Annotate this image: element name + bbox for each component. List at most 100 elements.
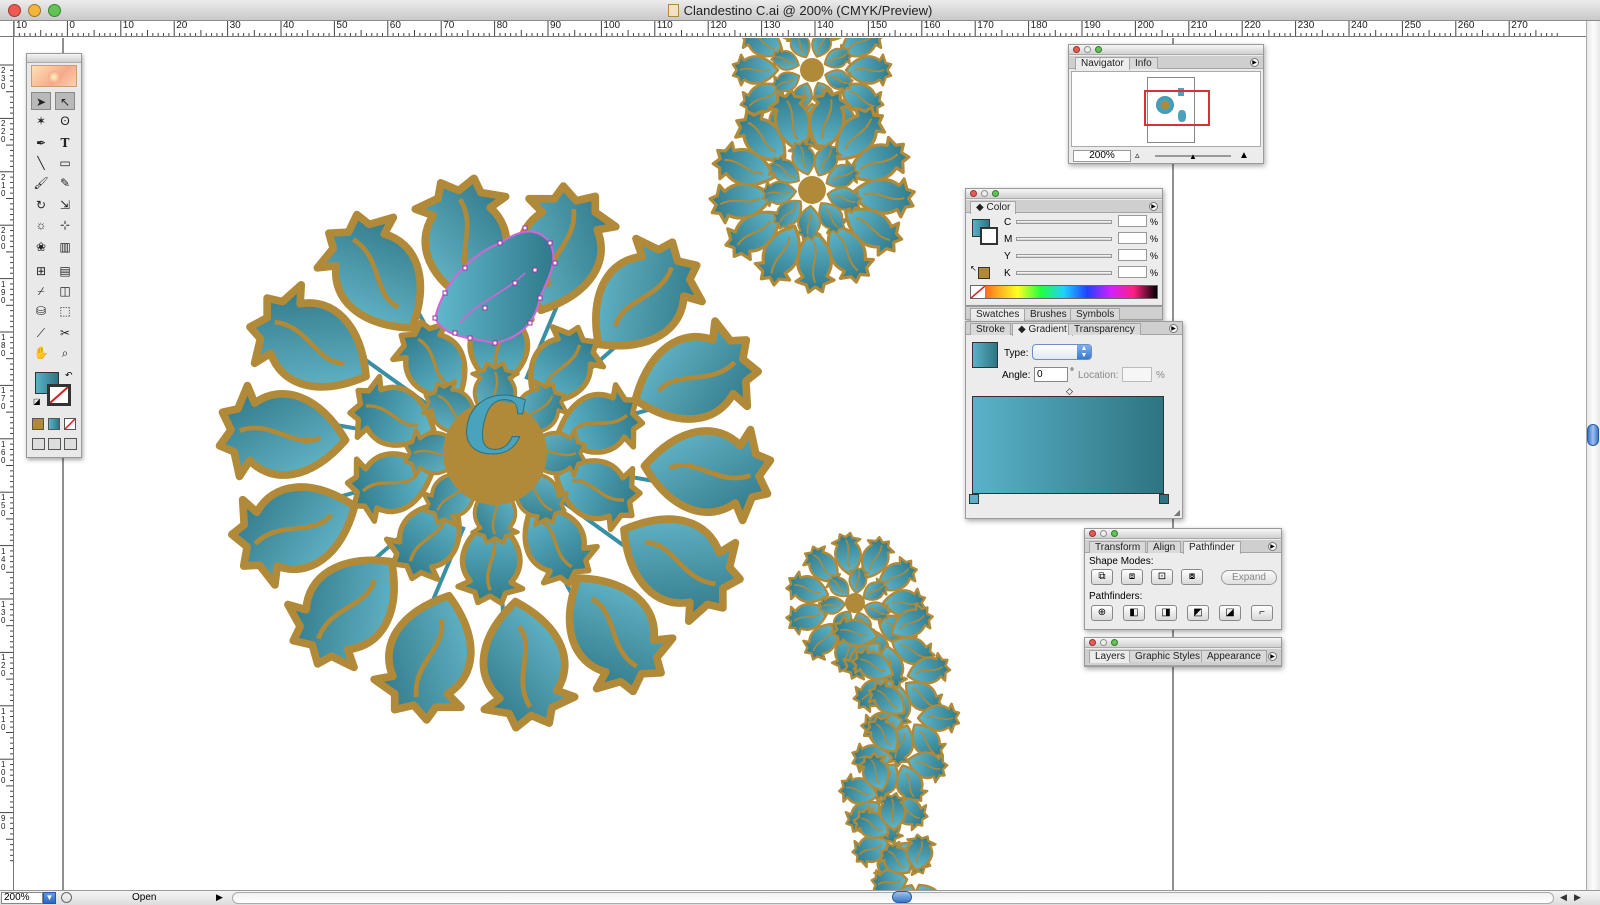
horizontal-scroll-thumb[interactable] — [892, 891, 912, 903]
tab-info[interactable]: Info — [1129, 57, 1158, 69]
last-color-icon[interactable]: ↖ — [970, 264, 977, 273]
vertical-scroll-thumb[interactable] — [1587, 424, 1599, 446]
gradient-location-field[interactable] — [1122, 367, 1152, 382]
swap-fill-stroke-icon[interactable]: ↶ — [65, 370, 73, 381]
gradient-mode-button[interactable] — [48, 418, 60, 430]
gradient-tool-icon[interactable]: ▤ — [55, 262, 75, 280]
panel-menu-button[interactable]: ▶ — [1169, 324, 1178, 333]
tools-panel-header[interactable] — [27, 54, 81, 63]
hand-tool-icon[interactable]: ✋ — [31, 344, 51, 362]
tab-symbols[interactable]: Symbols — [1070, 308, 1121, 320]
panel-minimize-button[interactable] — [1084, 46, 1091, 53]
panel-close-button[interactable] — [1089, 639, 1096, 646]
column-graph-tool-icon[interactable]: ▥ — [55, 238, 75, 256]
panel-close-button[interactable] — [1073, 46, 1080, 53]
zoom-tool-icon[interactable]: ⌕ — [55, 344, 75, 362]
color-mode-button[interactable] — [32, 418, 44, 430]
tab-swatches[interactable]: Swatches — [970, 308, 1026, 321]
standard-screen-mode-button[interactable] — [32, 438, 45, 450]
intersect-shape-areas-icon[interactable]: ⊡ — [1151, 569, 1173, 585]
panel-menu-button[interactable]: ▶ — [1268, 542, 1277, 551]
scroll-left-arrow[interactable]: ◀ — [1560, 892, 1567, 903]
channel-m-field[interactable] — [1118, 232, 1147, 244]
tab-align[interactable]: Align — [1147, 541, 1182, 553]
exclude-overlapping-areas-icon[interactable]: ⧇ — [1181, 569, 1203, 585]
navigator-panel-header[interactable] — [1069, 45, 1263, 55]
layers-panel-header[interactable] — [1085, 638, 1281, 648]
panel-close-button[interactable] — [1089, 530, 1096, 537]
symbol-sprayer-tool-icon[interactable]: ❀ — [31, 238, 51, 256]
ruler-origin[interactable] — [0, 21, 14, 37]
panel-minimize-button[interactable] — [1100, 530, 1107, 537]
tab-pathfinder[interactable]: Pathfinder — [1183, 541, 1241, 554]
version-cue-icon[interactable] — [61, 892, 72, 903]
tab-layers[interactable]: Layers — [1089, 650, 1132, 663]
subtract-from-shape-area-icon[interactable]: ⧈ — [1121, 569, 1143, 585]
live-paint-tool-icon[interactable]: ⛁ — [31, 302, 51, 320]
illustrator-logo[interactable] — [31, 65, 77, 87]
gradient-stop-right[interactable] — [1159, 494, 1169, 504]
scroll-right-arrow[interactable]: ▶ — [1574, 892, 1581, 903]
full-screen-mode-button[interactable] — [64, 438, 77, 450]
minus-back-icon[interactable]: ⌐ — [1251, 605, 1273, 621]
direct-selection-tool-icon[interactable]: ↖ — [55, 92, 75, 110]
paintbrush-tool-icon[interactable]: 🖌 — [31, 174, 51, 192]
color-panel-header[interactable] — [966, 189, 1162, 199]
tab-graphic-styles[interactable]: Graphic Styles — [1129, 650, 1207, 662]
resize-grip-icon[interactable]: ◢ — [1174, 508, 1180, 517]
panel-zoom-button[interactable] — [1095, 46, 1102, 53]
none-mode-button[interactable] — [64, 418, 76, 430]
merge-icon[interactable]: ◨ — [1155, 605, 1177, 621]
magic-wand-tool-icon[interactable]: ✶ — [31, 112, 51, 130]
channel-k-slider[interactable] — [1016, 271, 1112, 275]
channel-c-slider[interactable] — [1016, 220, 1112, 224]
channel-m-slider[interactable] — [1016, 237, 1112, 241]
channel-y-slider[interactable] — [1016, 254, 1112, 258]
artwork[interactable]: C — [15, 38, 1586, 890]
rotate-tool-icon[interactable]: ↻ — [31, 196, 51, 214]
panel-zoom-button[interactable] — [992, 190, 999, 197]
pathfinder-panel-header[interactable] — [1085, 529, 1281, 539]
slice-tool-icon[interactable]: ⟋ — [31, 324, 51, 342]
live-paint-selection-tool-icon[interactable]: ⬚ — [55, 302, 75, 320]
flower-top-2[interactable] — [708, 86, 916, 294]
tab-brushes[interactable]: Brushes — [1024, 308, 1073, 320]
tab-transparency[interactable]: Transparency — [1068, 323, 1141, 335]
panel-minimize-button[interactable] — [1100, 639, 1107, 646]
crop-icon[interactable]: ◩ — [1187, 605, 1209, 621]
channel-c-field[interactable] — [1118, 215, 1147, 227]
scissors-tool-icon[interactable]: ✂ — [55, 324, 75, 342]
zoom-level-field[interactable]: 200% — [1, 892, 43, 904]
panel-close-button[interactable] — [970, 190, 977, 197]
tab-stroke[interactable]: Stroke — [970, 323, 1011, 335]
panel-menu-button[interactable]: ▶ — [1268, 652, 1277, 661]
artboard-canvas[interactable]: C — [15, 38, 1586, 890]
tab-transform[interactable]: Transform — [1089, 541, 1147, 553]
gradient-type-select[interactable]: ▲ ▼ — [1032, 344, 1092, 360]
channel-k-field[interactable] — [1118, 266, 1147, 278]
expand-button[interactable]: Expand — [1221, 570, 1277, 585]
none-color-swatch[interactable] — [971, 286, 985, 298]
gradient-preview-swatch[interactable] — [972, 342, 998, 368]
tab-navigator[interactable]: Navigator — [1075, 57, 1130, 70]
out-of-gamut-swatch[interactable] — [978, 267, 990, 279]
divide-icon[interactable]: ⊕ — [1091, 605, 1113, 621]
full-screen-menu-mode-button[interactable] — [48, 438, 61, 450]
eyedropper-tool-icon[interactable]: ⌿ — [31, 282, 51, 300]
navigator-preview[interactable] — [1071, 71, 1261, 147]
navigator-zoom-slider-thumb[interactable]: ▲ — [1189, 152, 1197, 161]
zoom-in-icon[interactable]: ▲ — [1239, 150, 1249, 161]
vertical-scrollbar[interactable] — [1586, 21, 1600, 890]
pencil-tool-icon[interactable]: ✎ — [55, 174, 75, 192]
tab-color[interactable]: ◆ Color — [970, 201, 1017, 214]
trim-icon[interactable]: ◧ — [1123, 605, 1145, 621]
outline-icon[interactable]: ◪ — [1219, 605, 1241, 621]
line-tool-icon[interactable]: ╲ — [31, 154, 51, 172]
stroke-swatch[interactable] — [47, 384, 71, 406]
blend-tool-icon[interactable]: ◫ — [55, 282, 75, 300]
channel-y-field[interactable] — [1118, 249, 1147, 261]
type-tool-icon[interactable]: T — [55, 134, 75, 152]
color-stroke-swatch[interactable] — [980, 227, 998, 245]
tab-appearance[interactable]: Appearance — [1201, 650, 1267, 662]
add-to-shape-area-icon[interactable]: ⧉ — [1091, 569, 1113, 585]
